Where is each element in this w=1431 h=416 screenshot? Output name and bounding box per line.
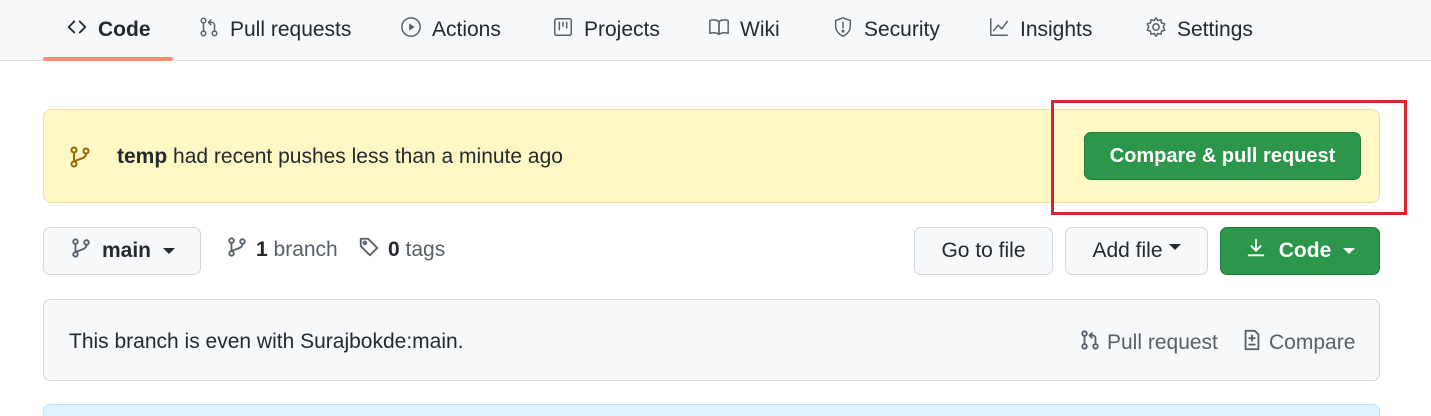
pushed-branch-name[interactable]: temp [117, 145, 167, 168]
branch-count-label: branch [273, 238, 338, 261]
caret-down-icon [1168, 244, 1181, 250]
tab-label: Insights [1020, 18, 1093, 41]
tab-pull-requests[interactable]: Pull requests [198, 0, 351, 60]
add-file-button[interactable]: Add file [1065, 227, 1208, 275]
git-pull-request-icon [1079, 329, 1101, 357]
branch-comparison-box: This branch is even with Surajbokde:main… [43, 299, 1380, 381]
branches-link[interactable]: 1 branch [226, 236, 338, 264]
tab-wiki[interactable]: Wiki [708, 0, 780, 60]
git-branch-icon [226, 236, 248, 264]
tag-icon [358, 236, 380, 264]
tab-label: Security [864, 18, 940, 41]
shield-icon [832, 16, 854, 44]
diff-icon [1241, 329, 1263, 357]
tab-label: Projects [584, 18, 660, 41]
recent-push-banner: temp had recent pushes less than a minut… [43, 109, 1380, 203]
tab-actions[interactable]: Actions [400, 0, 501, 60]
info-notice-box [43, 404, 1380, 416]
tag-count: 0 [388, 238, 400, 261]
tab-label: Wiki [740, 18, 780, 41]
tab-projects[interactable]: Projects [552, 0, 660, 60]
tab-label: Code [98, 18, 151, 41]
pull-request-label: Pull request [1107, 331, 1218, 354]
tab-security[interactable]: Security [832, 0, 940, 60]
git-pull-request-icon [198, 16, 220, 44]
code-icon [66, 16, 88, 44]
pull-request-link[interactable]: Pull request [1079, 329, 1218, 357]
recent-push-text: had recent pushes less than a minute ago [167, 145, 563, 168]
tab-insights[interactable]: Insights [988, 0, 1092, 60]
tab-label: Settings [1177, 18, 1253, 41]
go-to-file-label: Go to file [941, 239, 1026, 262]
tab-settings[interactable]: Settings [1145, 0, 1253, 60]
gear-icon [1145, 16, 1167, 44]
repo-tab-nav: Code Pull requests Actions Projects Wiki… [0, 0, 1431, 61]
book-icon [708, 16, 730, 44]
compare-link[interactable]: Compare [1241, 329, 1355, 357]
caret-down-icon [1343, 248, 1356, 254]
go-to-file-button[interactable]: Go to file [914, 227, 1053, 275]
code-button-label: Code [1278, 239, 1332, 262]
compare-label: Compare [1269, 331, 1356, 354]
download-icon [1245, 237, 1267, 265]
git-branch-icon [68, 145, 92, 169]
tab-label: Pull requests [230, 18, 352, 41]
tags-link[interactable]: 0 tags [358, 236, 445, 264]
project-icon [552, 16, 574, 44]
branch-count: 1 [256, 238, 268, 261]
branch-select-button[interactable]: main [43, 227, 201, 275]
add-file-label: Add file [1092, 239, 1163, 262]
tag-count-label: tags [405, 238, 446, 261]
git-branch-icon [70, 237, 92, 265]
tab-code[interactable]: Code [66, 0, 151, 60]
play-icon [400, 16, 422, 44]
compare-pull-request-button[interactable]: Compare & pull request [1084, 132, 1361, 180]
branch-status-text: This branch is even with Surajbokde:main… [69, 330, 464, 353]
tab-label: Actions [432, 18, 501, 41]
graph-icon [988, 16, 1010, 44]
selected-tab-underline [43, 57, 173, 61]
caret-down-icon [163, 248, 176, 254]
current-branch-label: main [102, 239, 152, 262]
recent-push-message: temp had recent pushes less than a minut… [117, 145, 563, 169]
code-download-button[interactable]: Code [1220, 227, 1380, 275]
